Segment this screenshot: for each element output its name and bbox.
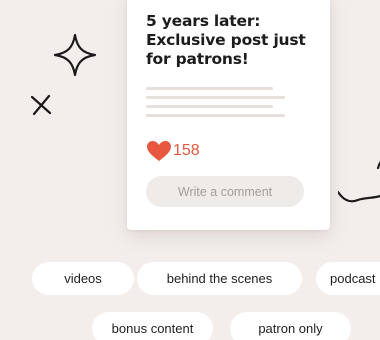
text-placeholder-line bbox=[146, 87, 273, 90]
squiggle-doodle-icon bbox=[338, 161, 380, 203]
post-text-placeholder bbox=[146, 87, 312, 117]
tag-behind-the-scenes[interactable]: behind the scenes bbox=[137, 262, 302, 295]
post-title: 5 years later: Exclusive post just for p… bbox=[146, 12, 306, 68]
like-count: 158 bbox=[173, 142, 200, 159]
tag-podcast[interactable]: podcast bbox=[316, 262, 380, 295]
tag-bonus-content[interactable]: bonus content bbox=[92, 312, 213, 340]
tag-patron-only[interactable]: patron only bbox=[230, 312, 351, 340]
text-placeholder-line bbox=[146, 114, 285, 117]
comment-input[interactable] bbox=[146, 176, 304, 207]
like-row: 158 bbox=[146, 140, 312, 162]
sparkle-star-icon bbox=[53, 33, 97, 77]
text-placeholder-line bbox=[146, 96, 285, 99]
sparkle-x-icon bbox=[30, 94, 52, 116]
heart-icon[interactable] bbox=[146, 140, 172, 162]
patron-post-showcase: 5 years later: Exclusive post just for p… bbox=[0, 0, 380, 340]
text-placeholder-line bbox=[146, 105, 273, 108]
tag-videos[interactable]: videos bbox=[32, 262, 134, 295]
post-card[interactable]: 5 years later: Exclusive post just for p… bbox=[127, 0, 330, 230]
